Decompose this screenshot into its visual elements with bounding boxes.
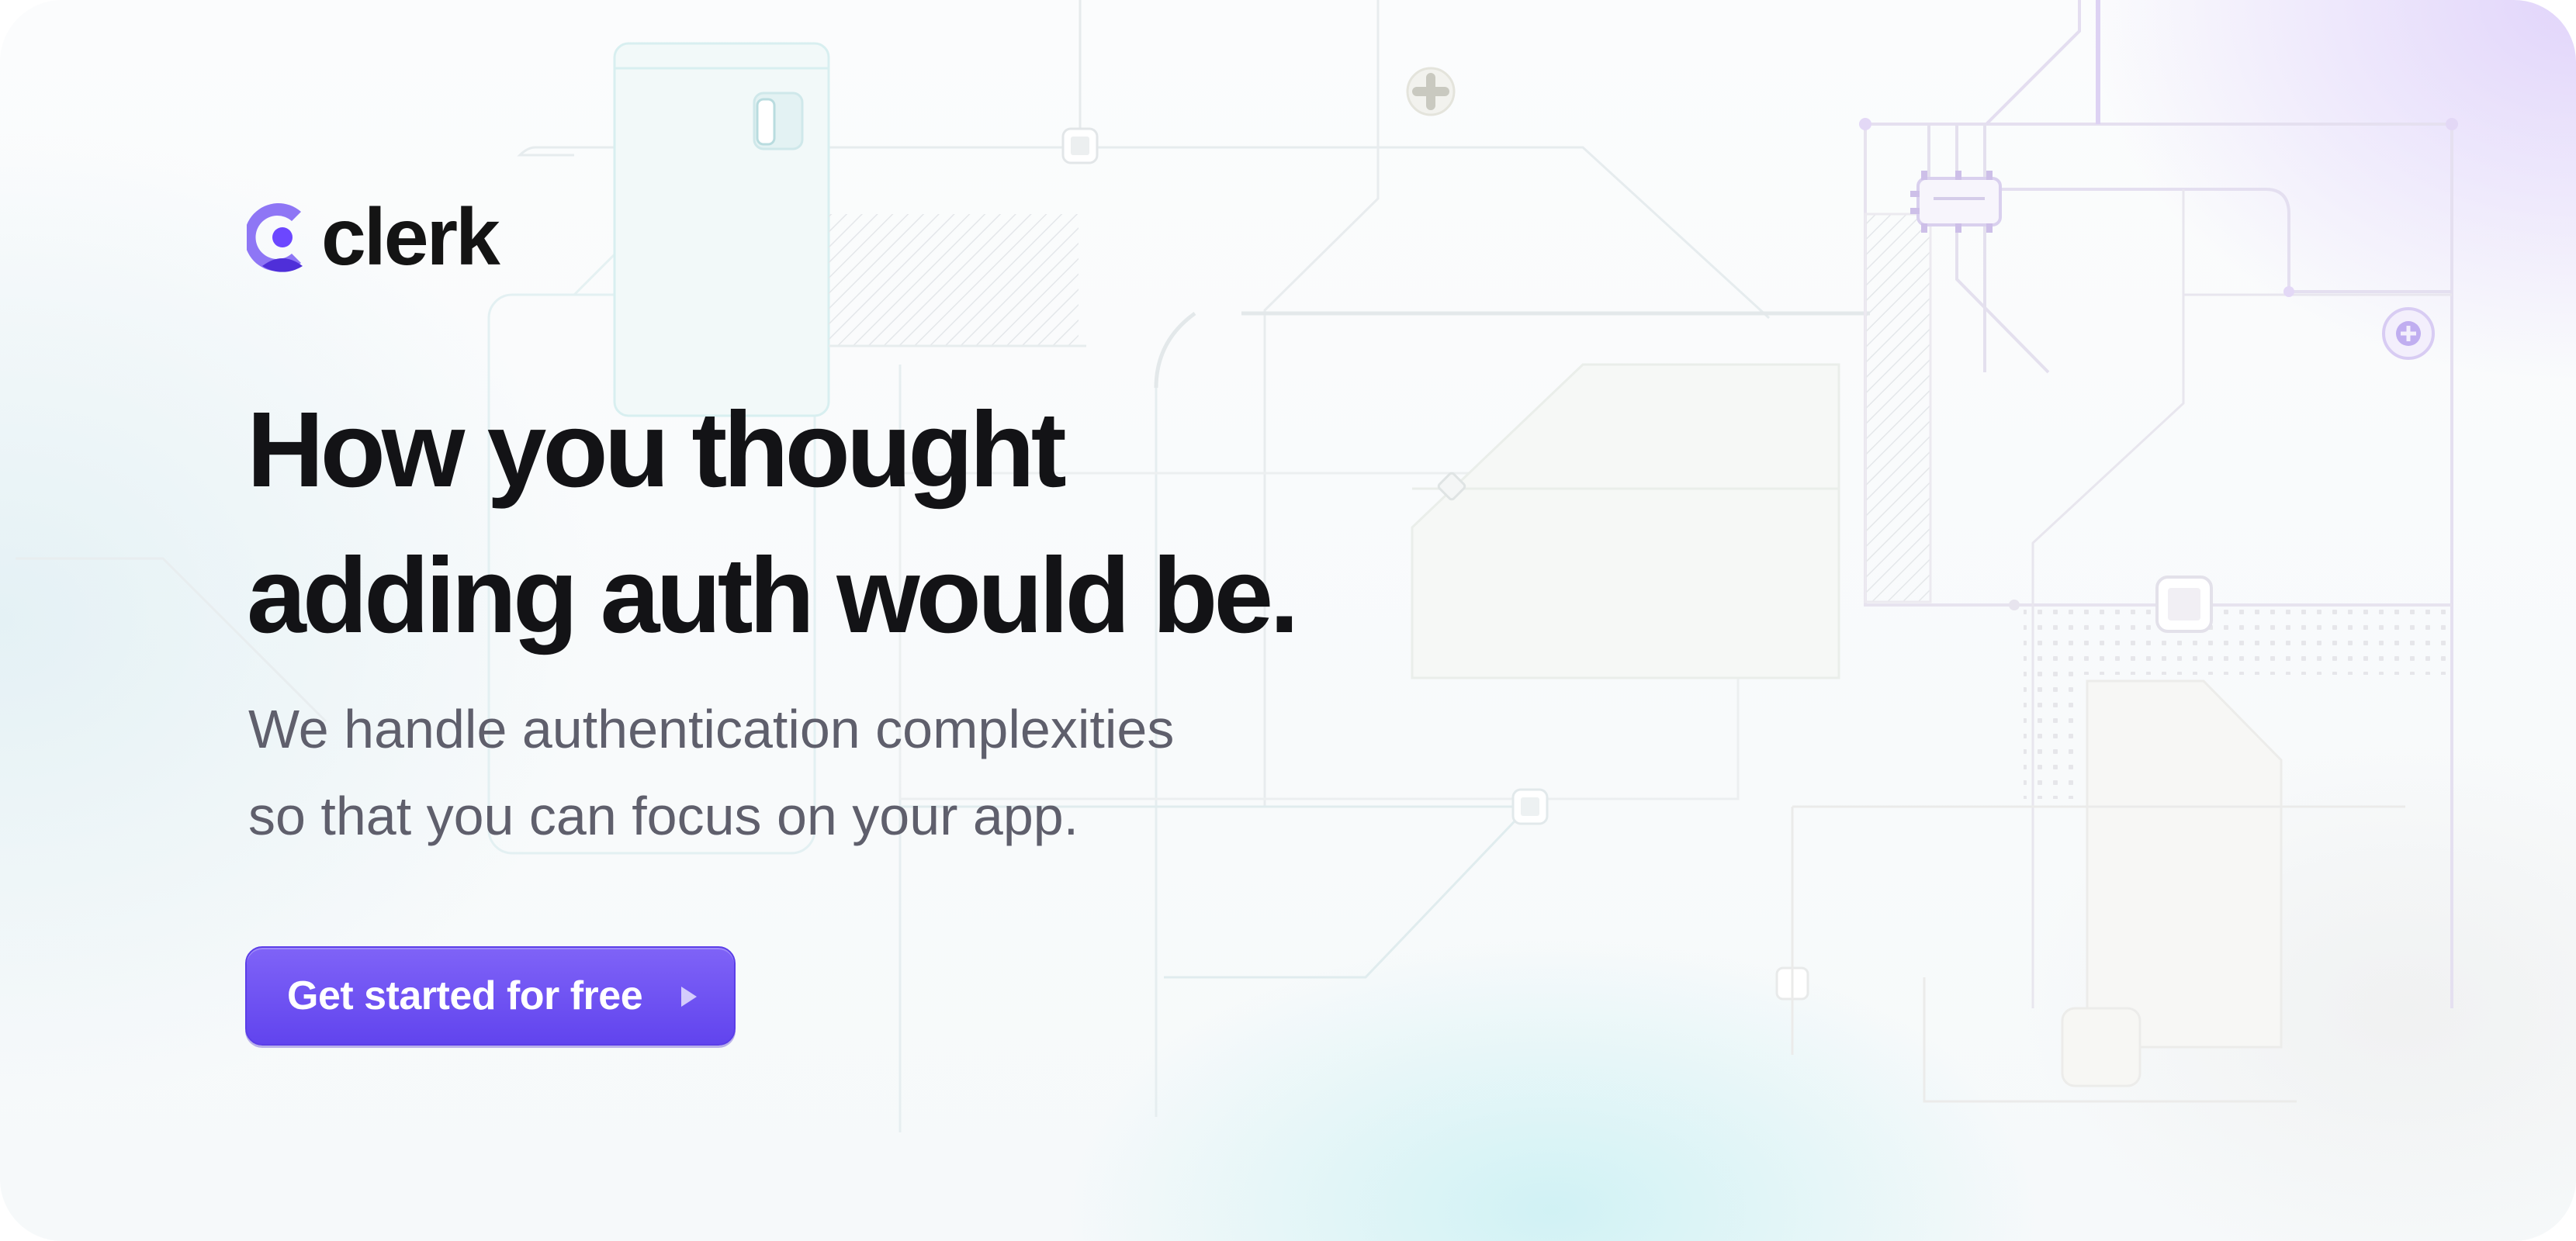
clerk-logo[interactable]: clerk: [247, 192, 500, 282]
triangle-right-icon: [681, 987, 697, 1007]
subtitle: We handle authentication complexities so…: [248, 686, 1174, 859]
get-started-button[interactable]: Get started for free: [245, 946, 736, 1046]
headline-line-1: How you thought: [247, 390, 1067, 510]
clerk-logo-icon: [247, 203, 303, 272]
subtitle-line-1: We handle authentication complexities: [248, 699, 1175, 759]
get-started-button-label: Get started for free: [287, 973, 643, 1018]
headline-line-2: adding auth would be.: [247, 536, 1300, 655]
headline: How you thought adding auth would be.: [247, 377, 1300, 669]
clerk-logo-text: clerk: [321, 192, 500, 282]
subtitle-line-2: so that you can focus on your app.: [248, 786, 1079, 846]
hero-banner: clerk How you thought adding auth would …: [0, 0, 2576, 1241]
